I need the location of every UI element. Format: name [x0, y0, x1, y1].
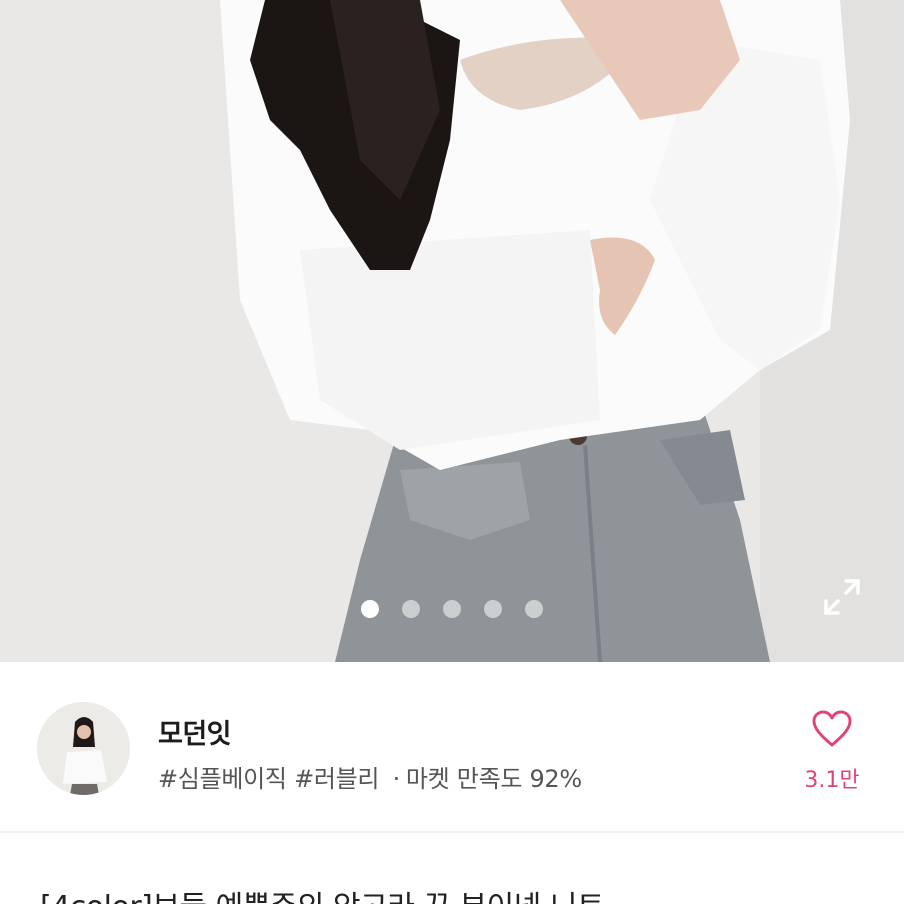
product-title: [4color]보들 예쁨주의 앙고라 끈 부이넥 니트: [40, 882, 605, 904]
expand-icon[interactable]: [822, 577, 862, 617]
tag-separator: ·: [392, 765, 401, 793]
shop-info: 모던잇 #심플베이직 #러블리 · 마켓 만족도 92% 3.1만: [0, 662, 904, 832]
carousel-dot-1[interactable]: [361, 600, 379, 618]
shop-name[interactable]: 모던잇: [158, 712, 232, 751]
shop-tag-1[interactable]: #심플베이직: [158, 765, 287, 793]
shop-tag-2[interactable]: #러블리: [294, 765, 379, 793]
shop-tags: #심플베이직 #러블리 · 마켓 만족도 92%: [158, 759, 582, 794]
section-divider: [0, 831, 904, 833]
shop-satisfaction: 마켓 만족도 92%: [405, 765, 582, 793]
carousel-dot-3[interactable]: [443, 600, 461, 618]
carousel-dot-5[interactable]: [525, 600, 543, 618]
product-photo-scene: [0, 0, 904, 662]
carousel-indicator[interactable]: [361, 600, 543, 618]
like-button[interactable]: 3.1만: [800, 702, 864, 802]
like-count: 3.1만: [804, 768, 860, 793]
carousel-dot-2[interactable]: [402, 600, 420, 618]
heart-icon: [812, 710, 852, 747]
product-photo[interactable]: [0, 0, 904, 662]
shop-avatar[interactable]: [37, 702, 130, 795]
carousel-dot-4[interactable]: [484, 600, 502, 618]
